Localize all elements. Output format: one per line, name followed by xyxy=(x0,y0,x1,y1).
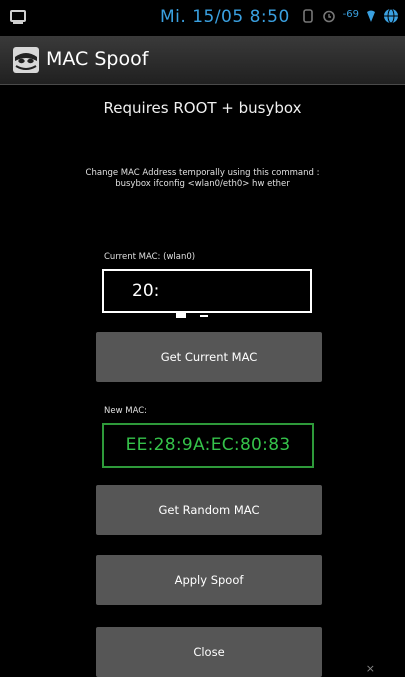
globe-icon xyxy=(384,8,398,24)
current-mac-label: Current MAC: (wlan0) xyxy=(104,252,196,262)
new-mac-label: New MAC: xyxy=(104,406,148,416)
alarm-icon xyxy=(322,10,335,23)
main-content: Requires ROOT + busybox Change MAC Addre… xyxy=(0,85,405,677)
requirements-heading: Requires ROOT + busybox xyxy=(103,99,302,117)
dismiss-mark-icon: × xyxy=(365,662,375,675)
command-description: Change MAC Address temporally using this… xyxy=(40,168,365,190)
get-random-mac-button[interactable]: Get Random MAC xyxy=(96,485,322,535)
wifi-icon xyxy=(367,10,375,22)
description-line-2: busybox ifconfig <wlan0/eth0> hw ether xyxy=(115,179,290,189)
sync-icon xyxy=(302,9,313,23)
status-bar: Mi. 15/05 8:50 -69 xyxy=(0,0,405,36)
app-mask-icon xyxy=(13,47,39,73)
signal-strength-text: -69 xyxy=(342,8,359,20)
status-icons: -69 xyxy=(301,8,399,24)
new-mac-field[interactable]: EE:28:9A:EC:80:83 xyxy=(102,423,314,468)
get-current-mac-button[interactable]: Get Current MAC xyxy=(96,332,322,382)
action-bar: MAC Spoof xyxy=(0,36,405,85)
apply-spoof-button[interactable]: Apply Spoof xyxy=(96,555,322,605)
text-cursor-handle xyxy=(176,313,186,318)
close-button[interactable]: Close xyxy=(96,627,322,677)
status-clock: Mi. 15/05 8:50 xyxy=(160,7,290,27)
app-title: MAC Spoof xyxy=(46,48,149,70)
text-cursor-mark xyxy=(200,315,208,317)
new-mac-value: EE:28:9A:EC:80:83 xyxy=(125,435,291,455)
current-mac-field[interactable]: 20: xyxy=(102,269,312,318)
current-mac-value: 20: xyxy=(132,281,160,301)
screen-icon xyxy=(10,10,26,24)
description-line-1: Change MAC Address temporally using this… xyxy=(85,168,320,178)
